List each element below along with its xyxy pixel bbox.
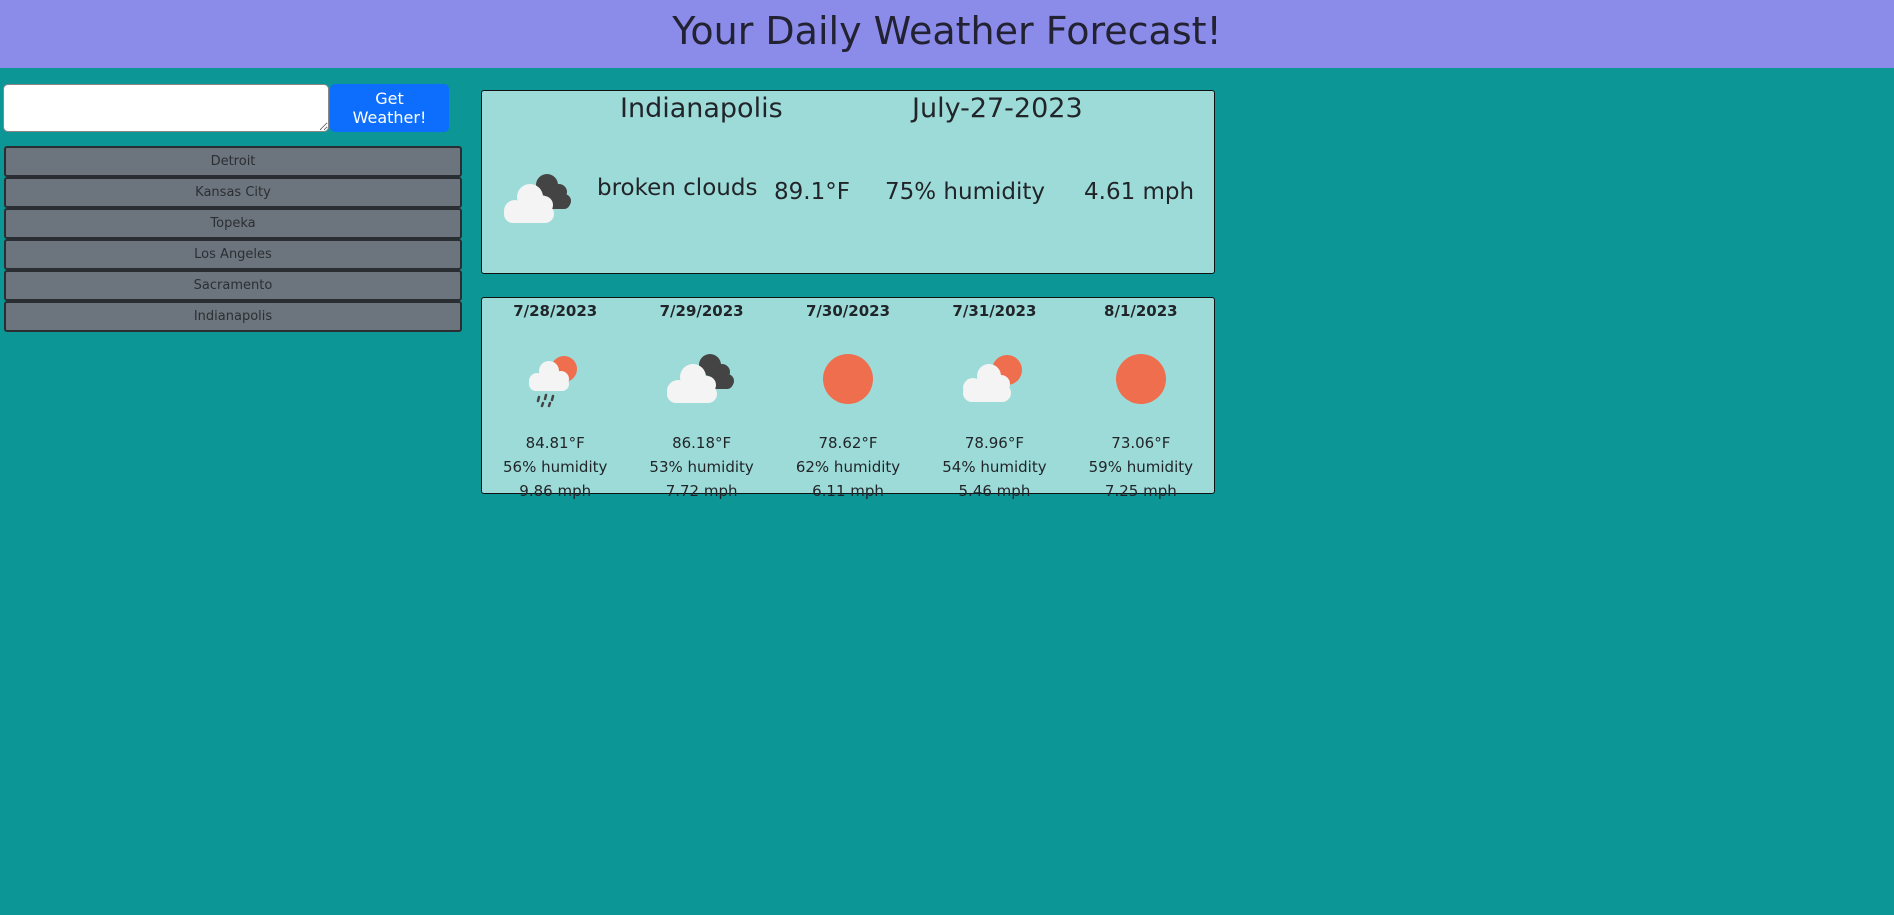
forecast-date: 7/30/2023 — [806, 302, 891, 320]
forecast-wind: 6.11 mph — [812, 482, 884, 500]
forecast-day: 7/30/2023 78.62°F 62% humidity 6.11 mph — [775, 298, 921, 500]
clear-sky-icon — [1068, 340, 1214, 418]
few-clouds-icon — [921, 340, 1067, 418]
current-humidity: 75% humidity — [885, 179, 1046, 205]
history-city-button[interactable]: Topeka — [4, 208, 462, 239]
broken-clouds-icon — [502, 171, 576, 231]
forecast-humidity: 54% humidity — [942, 458, 1047, 476]
forecast-day: 8/1/2023 73.06°F 59% humidity 7.25 mph — [1068, 298, 1214, 500]
forecast-temperature: 73.06°F — [1111, 434, 1171, 452]
forecast-day: 7/31/2023 78.96°F 54% humidity 5.46 mph — [921, 298, 1067, 500]
forecast-day: 7/28/2023 84.81°F 56% humidity 9.86 mph — [482, 298, 628, 500]
broken-clouds-icon — [628, 340, 774, 418]
history-city-button[interactable]: Sacramento — [4, 270, 462, 301]
current-wind: 4.61 mph — [1084, 179, 1195, 205]
forecast-wind: 7.25 mph — [1104, 482, 1177, 500]
forecast-date: 7/29/2023 — [659, 302, 744, 320]
forecast-temperature: 86.18°F — [672, 434, 732, 452]
forecast-day: 7/29/2023 86.18°F 53% humidity 7.72 mph — [628, 298, 774, 500]
history-city-button[interactable]: Detroit — [4, 146, 462, 177]
forecast-date: 7/28/2023 — [513, 302, 598, 320]
forecast-humidity: 53% humidity — [649, 458, 754, 476]
page-title: Your Daily Weather Forecast! — [672, 9, 1222, 53]
search-history: Detroit Kansas City Topeka Los Angeles S… — [4, 146, 462, 332]
rain-icon — [482, 340, 628, 418]
current-description: broken clouds — [597, 175, 758, 201]
current-temperature: 89.1°F — [774, 179, 850, 205]
current-weather-card: Indianapolis July-27-2023 broken clouds … — [481, 90, 1215, 274]
city-search-input[interactable] — [3, 84, 329, 132]
forecast-date: 8/1/2023 — [1104, 302, 1178, 320]
forecast-temperature: 84.81°F — [525, 434, 585, 452]
forecast-humidity: 56% humidity — [503, 458, 608, 476]
forecast-wind: 9.86 mph — [519, 482, 592, 500]
get-weather-button[interactable]: Get Weather! — [330, 84, 449, 132]
forecast-card: 7/28/2023 84.81°F 56% humidity 9.86 mph 7… — [481, 297, 1215, 500]
forecast-wind: 5.46 mph — [958, 482, 1031, 500]
history-city-button[interactable]: Los Angeles — [4, 239, 462, 270]
clear-sky-icon — [775, 340, 921, 418]
history-city-button[interactable]: Kansas City — [4, 177, 462, 208]
forecast-humidity: 59% humidity — [1088, 458, 1193, 476]
forecast-temperature: 78.96°F — [964, 434, 1024, 452]
page-header: Your Daily Weather Forecast! — [0, 0, 1894, 68]
current-city: Indianapolis — [620, 93, 783, 124]
forecast-wind: 7.72 mph — [665, 482, 738, 500]
forecast-date: 7/31/2023 — [952, 302, 1037, 320]
forecast-temperature: 78.62°F — [818, 434, 878, 452]
current-date: July-27-2023 — [912, 93, 1083, 124]
history-city-button[interactable]: Indianapolis — [4, 301, 462, 332]
forecast-humidity: 62% humidity — [795, 458, 901, 476]
